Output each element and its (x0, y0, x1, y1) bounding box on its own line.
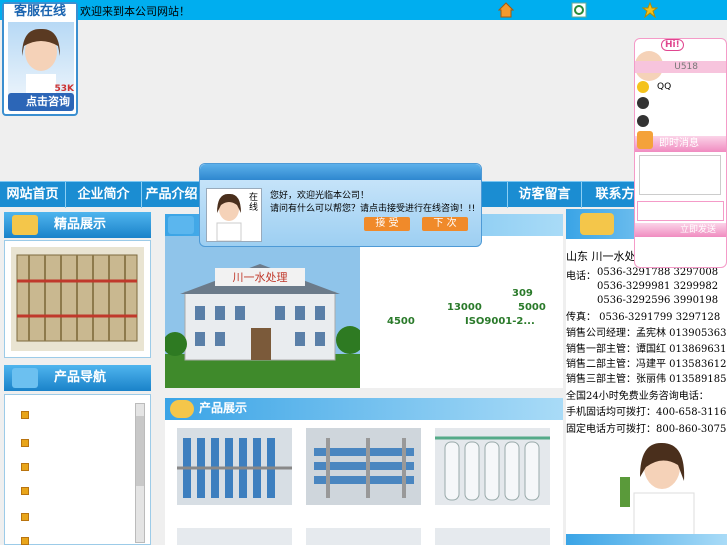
product-nav-list (4, 394, 151, 545)
category-bullet-icon[interactable] (21, 463, 29, 471)
product-thumbnail[interactable] (435, 528, 550, 545)
welcome-text: 欢迎来到本公司网站！ (80, 5, 190, 18)
qq-penguin-icon[interactable] (637, 97, 649, 109)
popup-greeting: 您好，欢迎光临本公司！ (270, 191, 370, 201)
message-compose-area[interactable] (637, 201, 724, 221)
products-icon (170, 400, 194, 418)
top-bar: 欢迎来到本公司网站！ (0, 0, 727, 20)
category-bullet-icon[interactable] (21, 487, 29, 495)
qq-label[interactable]: QQ (657, 82, 671, 92)
phone-line: 0536-3299981 3299982 (597, 281, 719, 292)
next-section-header (566, 534, 727, 545)
qq-id: U518 (635, 61, 726, 73)
agent-avatar: 53K (8, 22, 74, 94)
product-thumbnail[interactable] (177, 528, 292, 545)
qq-chat-panel[interactable]: Hi! U518 QQ 即时消息 立即发送 (634, 38, 727, 268)
products-title: 产品展示 (199, 401, 248, 415)
star-icon[interactable] (641, 1, 659, 19)
showcase-icon (12, 215, 38, 235)
company-building-photo: 川一水处理 (165, 236, 360, 388)
popup-titlebar (200, 164, 481, 180)
company-intro-panel: 川一水处理 309 13000 5000 4500 ISO9001-2... (165, 236, 563, 388)
product-thumbnail[interactable] (306, 528, 421, 545)
hotline-title: 全国24小时免费业务咨询电话： (566, 391, 709, 402)
intro-fragment: 5000 (518, 302, 546, 313)
popup-agent-photo: 在线 (206, 188, 262, 242)
intro-fragment: 309 (512, 288, 533, 299)
popup-message: 请问有什么可以帮您？请点击接受进行在线咨询！!! (270, 204, 476, 214)
featured-product-image[interactable] (4, 240, 151, 358)
fixed-hotline: 固定电话方可拨打：800-860-3075 (566, 424, 727, 435)
featured-products-header: 精品展示 (4, 212, 151, 238)
home-icon[interactable] (497, 2, 515, 18)
sales-contact: 销售二部主管：冯建平 013583612344 (566, 359, 727, 370)
intro-icon (168, 216, 194, 234)
intro-fragment: 4500 (387, 316, 415, 327)
chat-invite-popup[interactable]: 在线 您好，欢迎光临本公司！ 请问有什么可以帮您？请点击接受进行在线咨询！!! … (199, 163, 482, 247)
consult-button[interactable]: 点击咨询 (8, 93, 74, 111)
nav-about[interactable]: 企业简介 (66, 182, 142, 208)
product-nav-title: 产品导航 (54, 370, 107, 385)
customer-service-widget[interactable]: 客服在线 53K 点击咨询 (2, 2, 78, 116)
fax-line: 传真： 0536-3291799 3297128 (566, 312, 721, 323)
products-header: 产品展示 (165, 398, 563, 420)
category-bullet-icon[interactable] (21, 537, 29, 545)
scrollbar-thumb[interactable] (136, 416, 144, 486)
phone-label: 电话： (566, 271, 596, 282)
nav-home[interactable]: 网站首页 (0, 182, 66, 208)
category-bullet-icon[interactable] (21, 411, 29, 419)
navigation-icon (12, 368, 38, 388)
products-panel (165, 420, 563, 545)
category-bullet-icon[interactable] (21, 513, 29, 521)
product-thumbnail[interactable] (306, 428, 421, 505)
mobile-hotline: 手机固话均可拨打：400-658-3116 (566, 407, 727, 418)
qq-penguin-icon[interactable] (637, 115, 649, 127)
sales-contact: 销售公司经理：孟宪林 013905363205 (566, 328, 727, 339)
nav-products[interactable]: 产品介绍 (142, 182, 202, 208)
customer-service-title: 客服在线 (4, 4, 76, 20)
accept-button[interactable]: 接 受 (364, 217, 410, 231)
qq-penguin-icon[interactable] (637, 81, 649, 93)
refresh-icon[interactable] (571, 2, 587, 18)
nav-guestbook[interactable]: 访客留言 (508, 182, 582, 208)
message-input[interactable] (639, 155, 721, 195)
phone-line: 0536-3291788 3297008 (597, 267, 719, 278)
phone-line: 0536-3292596 3990198 (597, 295, 719, 306)
product-nav-header: 产品导航 (4, 365, 151, 391)
featured-products-title: 精品展示 (54, 217, 107, 232)
send-now-button[interactable]: 立即发送 (635, 223, 726, 237)
later-button[interactable]: 下 次 (422, 217, 468, 231)
service-agent-photo (604, 437, 704, 537)
message-icon (637, 131, 653, 149)
sales-contact: 销售三部主管：张丽伟 013589185658 (566, 374, 727, 385)
intro-fragment: 13000 (447, 302, 482, 313)
contact-icon (580, 213, 614, 235)
hi-bubble: Hi! (661, 39, 684, 51)
intro-fragment: ISO9001-2... (465, 316, 535, 327)
scrollbar[interactable] (135, 403, 145, 543)
product-thumbnail[interactable] (435, 428, 550, 505)
svg-text:川一水处理: 川一水处理 (233, 271, 288, 284)
category-bullet-icon[interactable] (21, 439, 29, 447)
online-label: 在线 (249, 193, 259, 213)
product-thumbnail[interactable] (177, 428, 292, 505)
sales-contact: 销售一部主管：谭国红 013869631633 (566, 344, 727, 355)
